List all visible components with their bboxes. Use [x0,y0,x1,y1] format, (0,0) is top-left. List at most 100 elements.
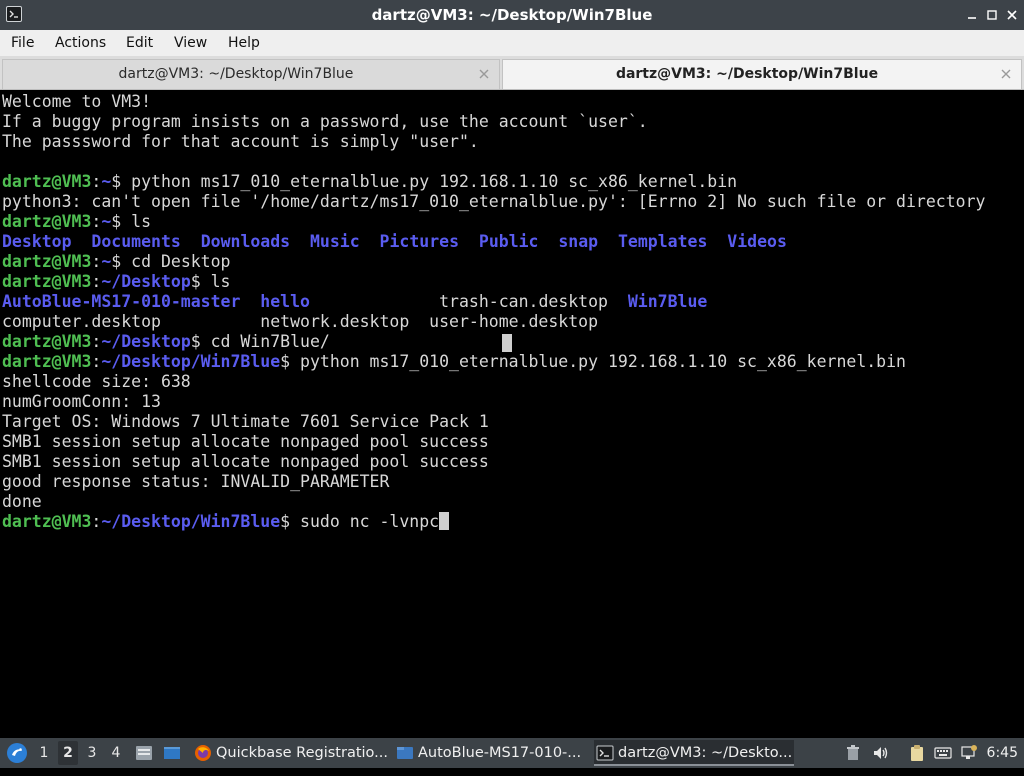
workspace-1[interactable]: 1 [34,741,54,765]
terminal-line: Desktop Documents Downloads Music Pictur… [2,232,1024,252]
task-terminal[interactable]: dartz@VM3: ~/Deskto... [594,740,794,766]
window-title: dartz@VM3: ~/Desktop/Win7Blue [371,6,653,24]
tab-close-icon[interactable] [999,67,1013,81]
terminal-text: Videos [727,232,787,251]
tab-terminal-1[interactable]: dartz@VM3: ~/Desktop/Win7Blue [2,59,500,89]
file-manager-launcher-icon[interactable] [134,743,154,763]
menu-edit[interactable]: Edit [125,30,154,56]
terminal-line: dartz@VM3:~/Desktop/Win7Blue$ python ms1… [2,352,1024,372]
menu-help[interactable]: Help [227,30,261,56]
terminal-line: SMB1 session setup allocate nonpaged poo… [2,452,1024,472]
terminal-line: SMB1 session setup allocate nonpaged poo… [2,432,1024,452]
workspace-3[interactable]: 3 [82,741,102,765]
menu-view[interactable]: View [173,30,208,56]
terminal-text: Welcome to VM3! [2,92,152,111]
taskbar: 1 2 3 4 Quickbase Registratio... AutoBlu… [0,738,1024,768]
terminal-text: good response status: INVALID_PARAMETER [2,472,390,491]
window-titlebar[interactable]: dartz@VM3: ~/Desktop/Win7Blue [0,0,1024,30]
terminal-text: dartz@VM3 [2,172,92,191]
menu-actions[interactable]: Actions [54,30,107,56]
terminal-line: Target OS: Windows 7 Ultimate 7601 Servi… [2,412,1024,432]
terminal-text: Music [309,232,360,251]
terminal-text: : [91,272,102,291]
show-desktop-icon[interactable] [162,743,182,763]
tab-terminal-2[interactable]: dartz@VM3: ~/Desktop/Win7Blue [502,59,1022,89]
task-label: Quickbase Registratio... [216,745,388,761]
minimize-button[interactable] [964,7,980,23]
trash-icon[interactable] [844,744,862,762]
clipboard-icon[interactable] [908,744,926,762]
terminal-cursor [439,512,450,530]
terminal-text: dartz@VM3 [2,352,92,371]
menu-file[interactable]: File [10,30,35,56]
terminal-text: dartz@VM3 [2,512,92,531]
terminal-line: numGroomConn: 13 [2,392,1024,412]
terminal-text: ~/Desktop/Win7Blue [101,512,281,531]
maximize-button[interactable] [984,7,1000,23]
terminal-text: : [91,212,102,231]
network-icon[interactable] [960,744,978,762]
start-menu-icon[interactable] [5,741,29,765]
task-file-manager[interactable]: AutoBlue-MS17-010-... [394,740,588,766]
terminal-line: dartz@VM3:~$ ls [2,212,1024,232]
terminal-text: $ sudo nc -lvnpc [280,512,440,531]
terminal-text: SMB1 session setup allocate nonpaged poo… [2,432,489,451]
firefox-icon [195,745,211,761]
terminal-text: ~ [101,212,112,231]
terminal-text: Pictures [379,232,460,251]
terminal-text: If a buggy program insists on a password… [2,112,648,131]
terminal-line: dartz@VM3:~$ cd Desktop [2,252,1024,272]
terminal-text: dartz@VM3 [2,272,92,291]
terminal-text: ~ [101,172,112,191]
task-firefox[interactable]: Quickbase Registratio... [192,740,388,766]
close-window-button[interactable] [1004,7,1020,23]
terminal-line: done [2,492,1024,512]
workspace-4[interactable]: 4 [106,741,126,765]
terminal-text: ~/Desktop [101,332,191,351]
terminal-line: dartz@VM3:~$ python ms17_010_eternalblue… [2,172,1024,192]
terminal-text: dartz@VM3 [2,252,92,271]
terminal-text: dartz@VM3 [2,332,92,351]
terminal-text: done [2,492,42,511]
terminal-text: : [91,172,102,191]
terminal-line: Welcome to VM3! [2,92,1024,112]
terminal-text: Downloads [200,232,291,251]
terminal-text: numGroomConn: 13 [2,392,161,411]
terminal-text: $ ls [190,272,231,291]
folder-icon [397,747,413,759]
terminal-line: If a buggy program insists on a password… [2,112,1024,132]
terminal-text: Desktop [2,232,72,251]
volume-icon[interactable] [872,744,890,762]
terminal-text: Target OS: Windows 7 Ultimate 7601 Servi… [2,412,489,431]
terminal-text: shellcode size: 638 [2,372,191,391]
workspace-2[interactable]: 2 [58,741,78,765]
terminal-text: trash-can.desktop [309,292,628,311]
terminal-text: $ cd Win7Blue/ [190,332,330,351]
terminal-text: : [91,512,102,531]
terminal-line: dartz@VM3:~/Desktop/Win7Blue$ sudo nc -l… [2,512,1024,532]
terminal-text: ~ [101,252,112,271]
terminal-line: dartz@VM3:~/Desktop$ cd Win7Blue/ [2,332,1024,352]
mouse-text-cursor [502,334,512,352]
terminal-line: computer.desktop network.desktop user-ho… [2,312,1024,332]
terminal-icon [596,745,614,761]
tab-label: dartz@VM3: ~/Desktop/Win7Blue [118,66,354,82]
clock[interactable]: 6:45 [987,738,1018,768]
keyboard-layout-icon[interactable] [934,744,952,762]
terminal-text: $ cd Desktop [111,252,231,271]
tab-bar: dartz@VM3: ~/Desktop/Win7Blue dartz@VM3:… [0,56,1024,90]
tab-close-icon[interactable] [477,67,491,81]
terminal-text: $ ls [111,212,152,231]
terminal-text: ~/Desktop [101,272,191,291]
terminal-output[interactable]: Welcome to VM3! If a buggy program insist… [0,92,1024,738]
terminal-text: : [91,352,102,371]
terminal-text: Win7Blue [627,292,708,311]
